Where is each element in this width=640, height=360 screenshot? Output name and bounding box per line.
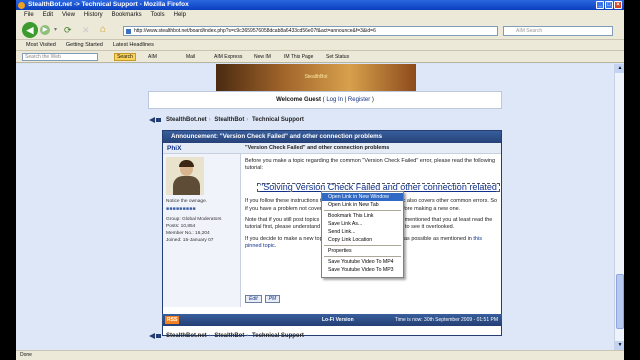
edit-button[interactable]: Edit xyxy=(245,295,262,303)
welcome-guest-text: Welcome Guest xyxy=(276,97,321,103)
ctx-save-link-as[interactable]: Save Link As... xyxy=(322,220,403,228)
ctx-separator xyxy=(324,210,401,211)
site-banner: StealthBot xyxy=(216,64,416,91)
breadcrumb-icon xyxy=(149,333,161,339)
user-member-no: Member No.: 16,204 xyxy=(166,231,210,236)
toolbar-search-button[interactable]: Search xyxy=(114,53,136,61)
bookmark-getting-started[interactable]: Getting Started xyxy=(66,40,103,50)
url-field[interactable]: http://www.stealthbot.net/board/index.ph… xyxy=(123,26,498,36)
toolbar-im-this-page[interactable]: IM This Page xyxy=(282,53,315,61)
ctx-bookmark-link[interactable]: Bookmark This Link xyxy=(322,212,403,220)
scroll-down-icon[interactable]: ▼ xyxy=(615,341,624,350)
home-icon[interactable]: ⌂ xyxy=(100,24,106,35)
ctx-save-youtube-mp4[interactable]: Save Youtube Video To MP4 xyxy=(322,258,403,266)
firefox-icon xyxy=(18,1,25,9)
breadcrumb: StealthBot.net › StealthBot › Technical Su… xyxy=(148,115,304,125)
login-link[interactable]: Log In xyxy=(326,97,343,103)
ctx-separator xyxy=(324,245,401,246)
ctx-copy-link-location[interactable]: Copy Link Location xyxy=(322,236,403,244)
thread-header: Announcement: "Version Check Failed" and… xyxy=(163,131,501,143)
close-button[interactable]: × xyxy=(614,1,622,9)
bookmark-most-visited[interactable]: Most Visited xyxy=(26,40,56,50)
site-favicon-icon xyxy=(126,28,131,34)
maximize-button[interactable]: □ xyxy=(605,1,613,9)
ctx-open-new-tab[interactable]: Open Link in New Tab xyxy=(322,201,403,209)
menu-tools[interactable]: Tools xyxy=(151,10,165,20)
scroll-up-icon[interactable]: ▲ xyxy=(615,64,624,73)
browser-window: StealthBot.net -> Technical Support - Mo… xyxy=(16,0,624,360)
title-bar: StealthBot.net -> Technical Support - Mo… xyxy=(16,0,624,10)
menu-view[interactable]: View xyxy=(62,10,75,20)
register-link[interactable]: Register xyxy=(348,97,370,103)
user-posts: Posts: 10,854 xyxy=(166,224,196,229)
menu-edit[interactable]: Edit xyxy=(43,10,53,20)
toolbar-new-im[interactable]: New IM xyxy=(252,53,273,61)
author-sidebar: Notice the ownage. ■■■■■■■■■ Group: Glob… xyxy=(163,154,241,307)
menu-help[interactable]: Help xyxy=(174,10,186,20)
page-content: StealthBot Welcome Guest ( Log In | Regi… xyxy=(16,64,614,350)
breadcrumb-home[interactable]: StealthBot.net xyxy=(166,117,207,123)
search-field[interactable]: AIM Search xyxy=(503,26,613,36)
back-button[interactable]: ◀ xyxy=(22,22,38,38)
navigation-toolbar: ◀ ▶ ▾ ⟳ ✕ ⌂ http://www.stealthbot.net/bo… xyxy=(16,20,624,40)
lofi-version-link[interactable]: Lo-Fi Version xyxy=(322,314,354,326)
breadcrumb-bottom: StealthBot.net › StealthBot › Technical Su… xyxy=(148,331,304,341)
menu-history[interactable]: History xyxy=(84,10,103,20)
breadcrumb-home[interactable]: StealthBot.net xyxy=(166,333,207,339)
post-intro: Before you make a topic regarding the co… xyxy=(245,158,496,172)
pm-button[interactable]: PM xyxy=(264,295,281,303)
ctx-separator xyxy=(324,256,401,257)
guest-welcome-box: Welcome Guest ( Log In | Register ) xyxy=(148,91,502,109)
forward-button[interactable]: ▶ xyxy=(40,25,50,35)
menu-bookmarks[interactable]: Bookmarks xyxy=(112,10,142,20)
breadcrumb-technical-support[interactable]: Technical Support xyxy=(252,117,304,123)
toolbar-set-status[interactable]: Set Status xyxy=(324,53,351,61)
ctx-send-link[interactable]: Send Link... xyxy=(322,228,403,236)
breadcrumb-stealthbot[interactable]: StealthBot xyxy=(214,333,244,339)
status-text: Done xyxy=(20,352,32,358)
history-dropdown-icon[interactable]: ▾ xyxy=(54,26,57,33)
vertical-scrollbar[interactable]: ▲ ▼ xyxy=(614,64,624,350)
minimize-button[interactable]: _ xyxy=(596,1,604,9)
breadcrumb-stealthbot[interactable]: StealthBot xyxy=(214,117,244,123)
toolbar-aim-express[interactable]: AIM Express xyxy=(212,53,244,61)
rank-stars: ■■■■■■■■■ xyxy=(166,206,196,212)
ctx-save-youtube-mp3[interactable]: Save Youtube Video To MP3 xyxy=(322,266,403,274)
window-title: StealthBot.net -> Technical Support - Mo… xyxy=(28,1,189,8)
context-menu: Open Link in New Window Open Link in New… xyxy=(321,191,404,278)
toolbar-search-input[interactable]: Search the Web xyxy=(22,53,98,61)
board-footer: RSS Lo-Fi Version Time is now: 30th Sept… xyxy=(162,314,502,326)
status-bar: Done xyxy=(16,350,624,360)
breadcrumb-icon xyxy=(149,117,161,123)
post-buttons: Edit PM xyxy=(245,295,281,303)
user-group: Group: Global Moderators xyxy=(166,217,222,222)
aim-toolbar: Search the Web Search AIM Mail AIM Expre… xyxy=(16,51,624,63)
post-author[interactable]: PhiX xyxy=(167,143,181,154)
menu-bar: File Edit View History Bookmarks Tools H… xyxy=(16,10,624,20)
post-title: "Version Check Failed" and other connect… xyxy=(245,145,390,151)
post-header: PhiX "Version Check Failed" and other co… xyxy=(163,143,501,154)
bookmark-latest-headlines[interactable]: Latest Headlines xyxy=(113,40,154,50)
user-tagline: Notice the ownage. xyxy=(166,199,208,204)
toolbar-mail[interactable]: Mail xyxy=(184,53,197,61)
user-joined: Joined: 15-January 07 xyxy=(166,238,214,243)
avatar xyxy=(166,157,204,195)
scroll-thumb[interactable] xyxy=(616,274,624,329)
breadcrumb-technical-support[interactable]: Technical Support xyxy=(252,333,304,339)
ctx-properties[interactable]: Properties xyxy=(322,247,403,255)
reload-icon[interactable]: ⟳ xyxy=(64,25,72,36)
ctx-open-new-window[interactable]: Open Link in New Window xyxy=(322,193,403,201)
current-time: Time is now: 30th September 2009 - 01:51… xyxy=(394,317,498,323)
bookmarks-bar: Most Visited Getting Started Latest Head… xyxy=(16,40,624,51)
menu-file[interactable]: File xyxy=(24,10,34,20)
rss-button[interactable]: RSS xyxy=(165,316,180,324)
stop-icon[interactable]: ✕ xyxy=(82,25,90,36)
toolbar-aim[interactable]: AIM xyxy=(146,53,159,61)
